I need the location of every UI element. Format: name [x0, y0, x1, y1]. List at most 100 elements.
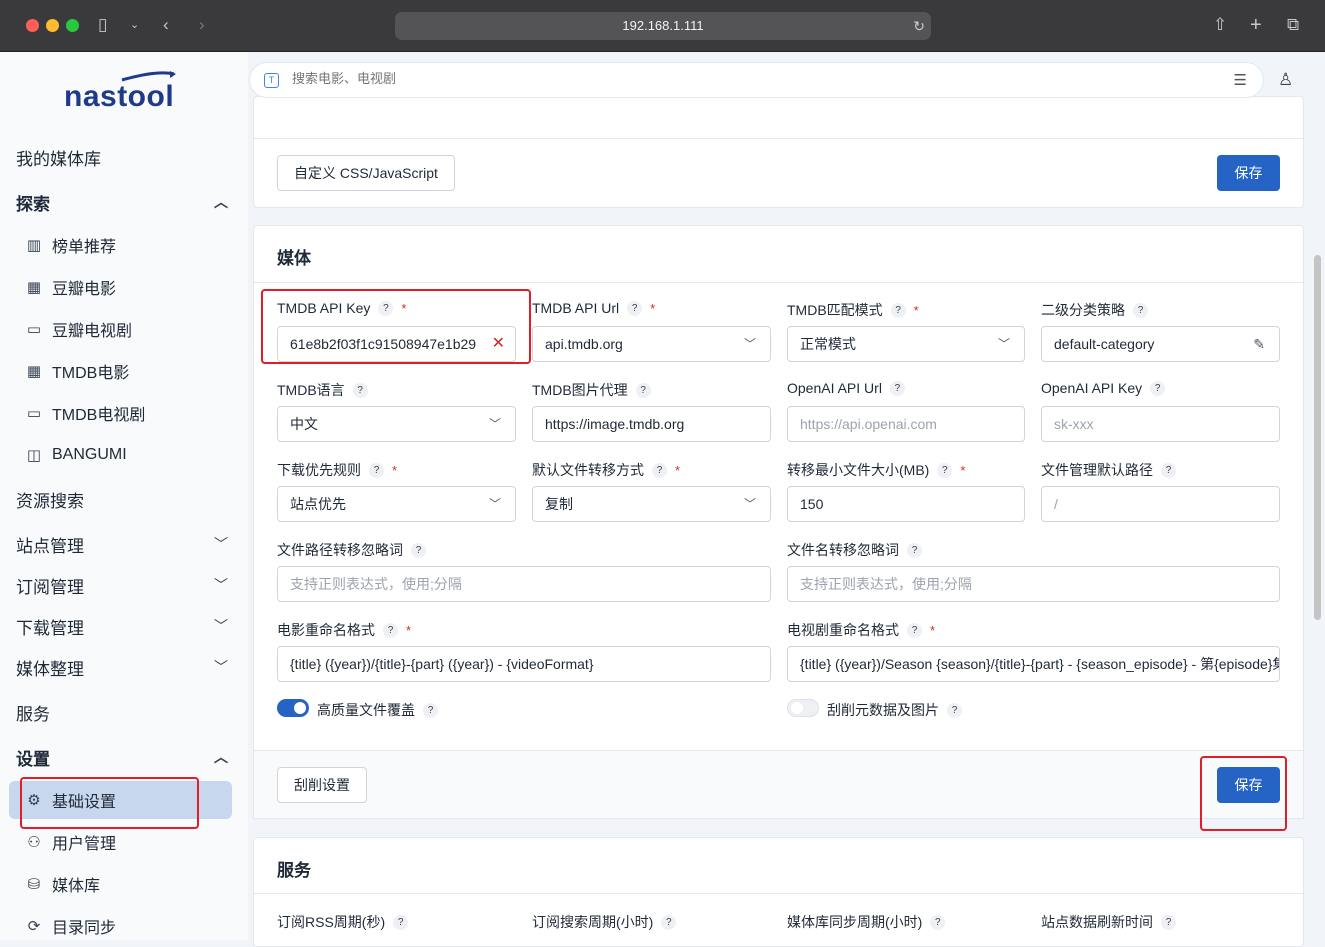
new-tab-icon[interactable]: + — [1250, 14, 1262, 36]
filename-ignore-field[interactable]: 支持正则表达式，使用;分隔 — [787, 566, 1280, 602]
help-icon[interactable]: ? — [937, 462, 953, 478]
tv-rename-format-field[interactable]: {title} ({year})/Season {season}/{title}… — [787, 646, 1280, 682]
nav-media-org[interactable]: 媒体整理 ﹀ — [0, 648, 248, 686]
label-text: 下载优先规则 — [277, 462, 361, 478]
help-icon[interactable]: ? — [1161, 914, 1176, 930]
label-text: 站点数据刷新时间 — [1041, 914, 1153, 930]
close-window-button[interactable] — [26, 19, 39, 32]
tabs-overview-icon[interactable]: ⧉ — [1287, 14, 1299, 36]
label-scrape-metadata: 刮削元数据及图片? — [827, 700, 962, 720]
tmdb-match-mode-select[interactable]: 正常模式 ﹀ — [787, 326, 1025, 362]
forward-icon[interactable]: › — [199, 14, 205, 36]
tmdb-language-select[interactable]: 中文 ﹀ — [277, 406, 516, 442]
nav-subscribe-mgmt[interactable]: 订阅管理 ﹀ — [0, 566, 248, 604]
help-icon[interactable]: ? — [661, 914, 677, 930]
transfer-mode-select[interactable]: 复制 ﹀ — [532, 486, 771, 522]
file-mgmt-path-field[interactable]: / — [1041, 486, 1280, 522]
chevron-down-icon[interactable]: ⌄ — [130, 14, 139, 36]
help-icon[interactable]: ? — [947, 702, 962, 718]
label-text: 媒体库同步周期(小时) — [787, 914, 923, 930]
nav-dir-sync[interactable]: ⟳ 目录同步 — [0, 907, 248, 945]
help-icon[interactable]: ? — [907, 542, 922, 558]
chevron-down-icon: ﹀ — [214, 536, 228, 552]
help-icon[interactable]: ? — [411, 542, 426, 558]
nav-douban-movie[interactable]: ▦ 豆瓣电影 — [0, 268, 248, 306]
required-mark: * — [960, 462, 966, 478]
back-icon[interactable]: ‹ — [163, 14, 169, 36]
min-file-size-field[interactable]: 150 — [787, 486, 1025, 522]
help-icon[interactable]: ? — [627, 300, 643, 316]
help-icon[interactable]: ? — [1161, 462, 1176, 478]
custom-css-js-button[interactable]: 自定义 CSS/JavaScript — [277, 155, 455, 191]
help-icon[interactable]: ? — [423, 702, 438, 718]
reload-icon[interactable]: ↻ — [913, 12, 925, 40]
help-icon[interactable]: ? — [383, 622, 398, 638]
label-text: 订阅RSS周期(秒) — [277, 914, 386, 930]
nav-douban-tv[interactable]: ▭ 豆瓣电视剧 — [0, 310, 248, 348]
scrape-settings-button[interactable]: 刮削设置 — [277, 767, 367, 803]
edit-icon[interactable]: ✎ — [1253, 327, 1265, 361]
url-bar[interactable]: 192.168.1.111 ↻ — [395, 12, 931, 40]
nav-media-library[interactable]: ⛁ 媒体库 — [0, 865, 248, 903]
scrape-metadata-toggle[interactable] — [787, 699, 819, 717]
help-icon[interactable]: ? — [1133, 302, 1148, 318]
nav-bangumi[interactable]: ◫ BANGUMI — [0, 436, 248, 474]
nav-site-mgmt[interactable]: 站点管理 ﹀ — [0, 525, 248, 563]
chevron-up-icon: ︿ — [214, 749, 228, 765]
custom-code-card — [253, 96, 1304, 208]
nav-tmdb-tv[interactable]: ▭ TMDB电视剧 — [0, 394, 248, 432]
page-scrollbar[interactable] — [1314, 255, 1321, 620]
movie-rename-format-field[interactable]: {title} ({year})/{title}-{part} ({year})… — [277, 646, 771, 682]
share-icon[interactable]: ⇧ — [1213, 14, 1227, 36]
label-text: 二级分类策略 — [1041, 302, 1125, 318]
openai-api-url-field[interactable]: https://api.openai.com — [787, 406, 1025, 442]
help-icon[interactable]: ? — [1150, 380, 1166, 396]
path-ignore-field[interactable]: 支持正则表达式，使用;分隔 — [277, 566, 771, 602]
nav-chart-recommend[interactable]: ▥ 榜单推荐 — [0, 226, 248, 264]
tmdb-image-proxy-field[interactable]: https://image.tmdb.org — [532, 406, 771, 442]
label-tmdb-match-mode: TMDB匹配模式? * — [787, 300, 919, 320]
nav-explore[interactable]: 探索 ︿ — [0, 183, 248, 221]
help-icon[interactable]: ? — [890, 302, 906, 318]
sidebar-toggle-icon[interactable]: ▯ — [98, 14, 107, 36]
nav-services[interactable]: 服务 — [0, 693, 248, 731]
label-text: 文件名转移忽略词 — [787, 542, 899, 558]
filter-sliders-icon[interactable]: ☰ — [1234, 71, 1247, 89]
nav-download-mgmt[interactable]: 下载管理 ﹀ — [0, 607, 248, 645]
label-movie-rename-format: 电影重命名格式? * — [277, 620, 411, 640]
hq-overwrite-toggle[interactable] — [277, 699, 309, 717]
chevron-down-icon: ﹀ — [997, 337, 1010, 351]
nav-resource-search[interactable]: 资源搜索 — [0, 480, 248, 518]
nav-tmdb-movie[interactable]: ▦ TMDB电影 — [0, 352, 248, 390]
help-icon[interactable]: ? — [930, 914, 946, 930]
save-button[interactable]: 保存 — [1217, 155, 1280, 191]
label-tmdb-api-url: TMDB API Url? * — [532, 300, 655, 316]
search-input[interactable] — [292, 71, 892, 86]
help-icon[interactable]: ? — [369, 462, 384, 478]
help-icon[interactable]: ? — [652, 462, 667, 478]
label-tmdb-language: TMDB语言? — [277, 380, 368, 400]
category-policy-field[interactable]: default-category ✎ — [1041, 326, 1280, 362]
nav-my-library[interactable]: 我的媒体库 — [0, 138, 248, 176]
help-icon[interactable]: ? — [889, 380, 905, 396]
help-icon[interactable]: ? — [907, 622, 922, 638]
tmdb-api-url-select[interactable]: api.tmdb.org ﹀ — [532, 326, 771, 362]
highlight-box — [20, 777, 199, 829]
logo-text: nastool — [64, 80, 175, 113]
global-search[interactable]: T ☰ — [249, 62, 1264, 98]
nav-label: 榜单推荐 — [52, 239, 117, 256]
tv-icon: ▭ — [26, 321, 42, 338]
help-icon[interactable]: ? — [635, 382, 651, 398]
user-avatar-icon[interactable]: ♙ — [1278, 70, 1293, 90]
maximize-window-button[interactable] — [66, 19, 79, 32]
download-priority-select[interactable]: 站点优先 ﹀ — [277, 486, 516, 522]
label-text: 转移最小文件大小(MB) — [787, 462, 930, 478]
help-icon[interactable]: ? — [393, 914, 409, 930]
help-icon[interactable]: ? — [352, 382, 368, 398]
chevron-down-icon: ﹀ — [214, 659, 228, 675]
nav-settings[interactable]: 设置 ︿ — [0, 738, 248, 776]
openai-api-key-field[interactable]: sk-xxx — [1041, 406, 1280, 442]
minimize-window-button[interactable] — [46, 19, 59, 32]
nav-label: 豆瓣电影 — [52, 281, 117, 298]
label-rss-interval: 订阅RSS周期(秒)? — [277, 912, 409, 932]
